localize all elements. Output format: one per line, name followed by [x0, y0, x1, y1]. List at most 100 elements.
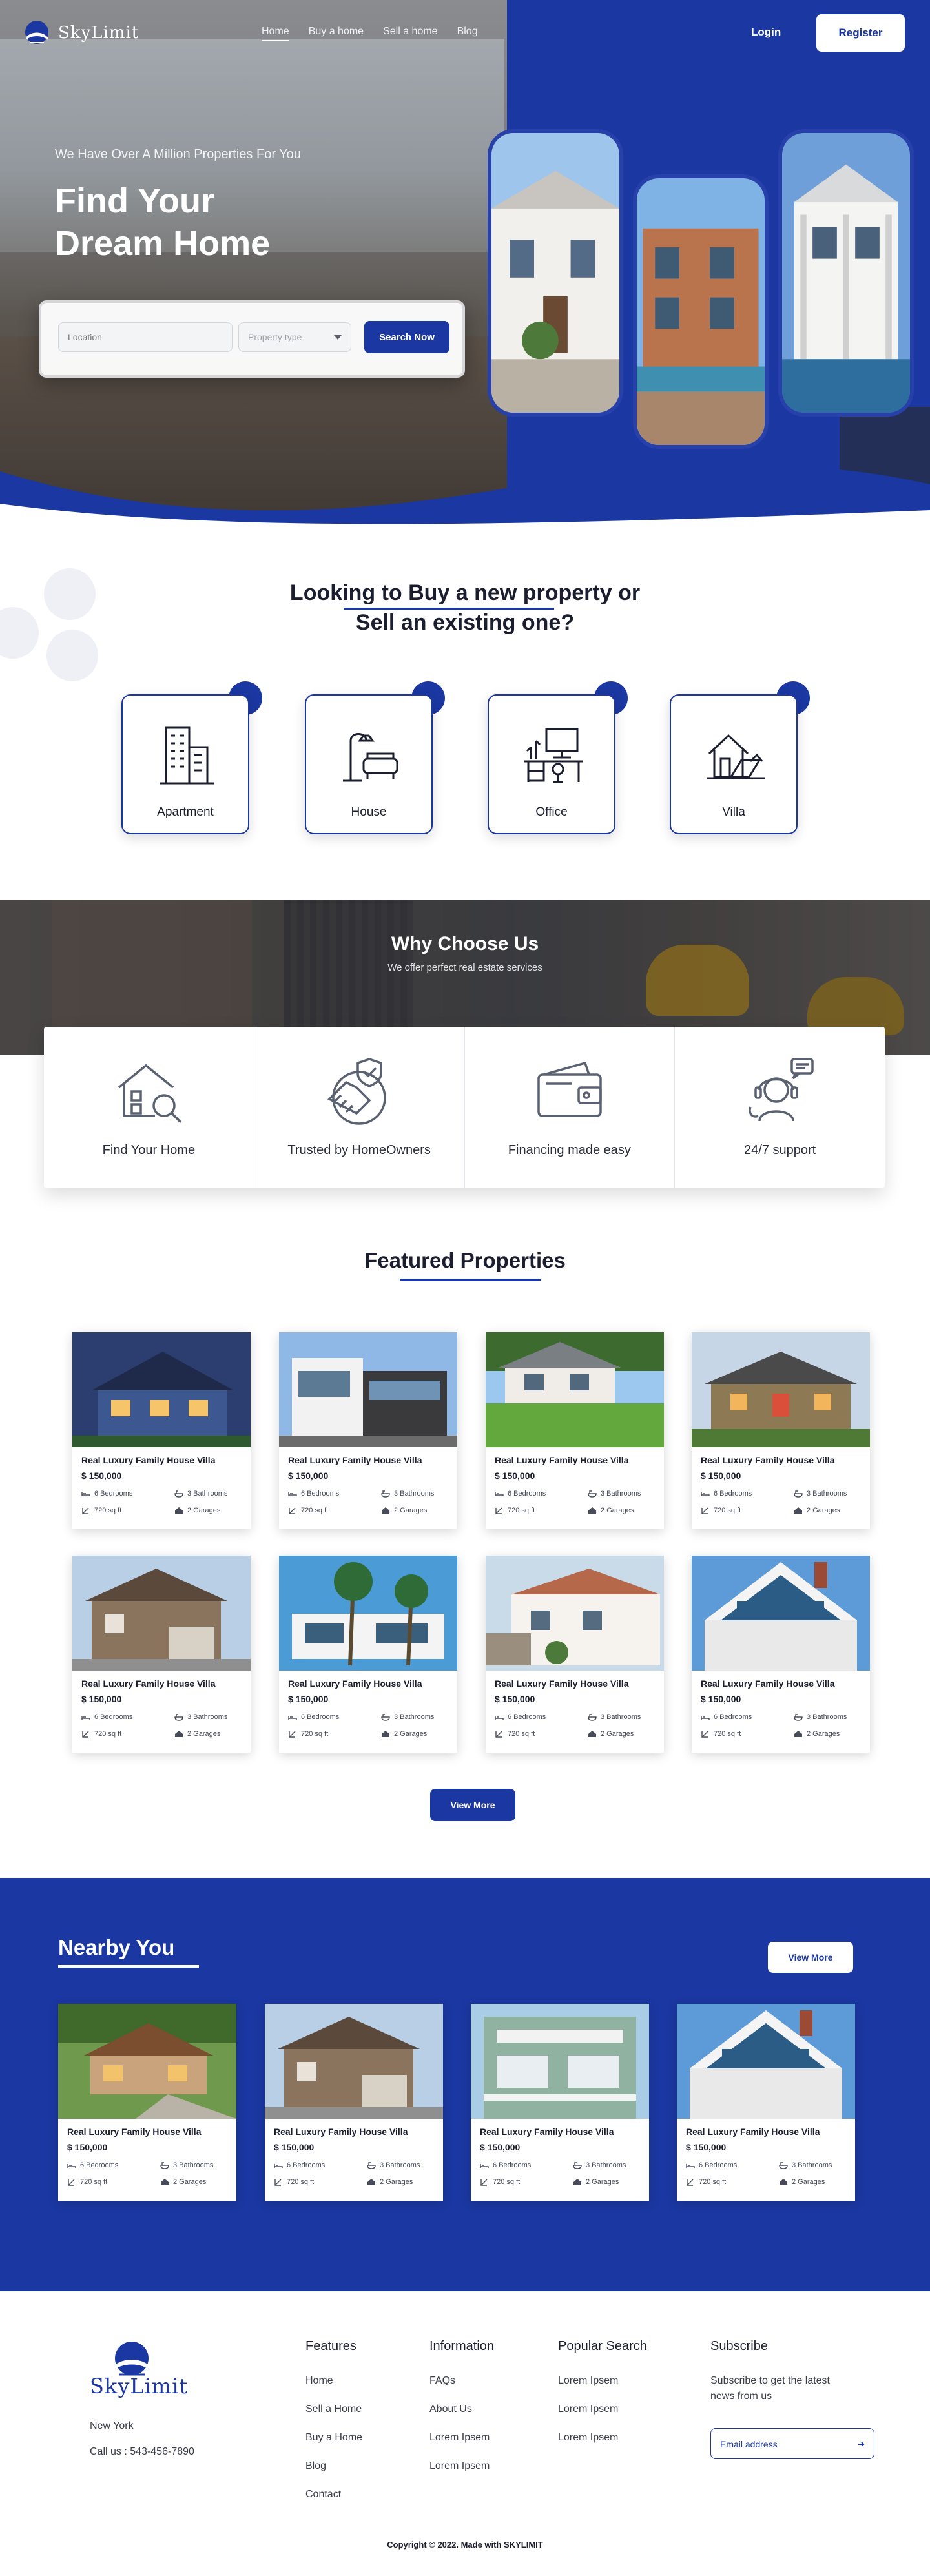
area-icon — [289, 1731, 296, 1738]
footer-link-lorem-ipsem[interactable]: Lorem Ipsem — [558, 2375, 618, 2387]
nearby-view-more-button[interactable]: View More — [768, 1942, 853, 1973]
brand-logo[interactable]: SkyLimit — [22, 18, 139, 48]
bath-icon — [381, 1714, 390, 1721]
nav-link-sell-a-home[interactable]: Sell a home — [383, 26, 438, 41]
property-price: $ 150,000 — [67, 2142, 108, 2152]
property-type-villa[interactable]: Villa — [670, 694, 798, 834]
property-price: $ 150,000 — [288, 1694, 329, 1704]
property-garages: 2 Garages — [174, 1507, 220, 1514]
villa-icon — [707, 734, 765, 779]
email-input[interactable] — [720, 2437, 849, 2452]
property-type-house[interactable]: House — [305, 694, 433, 834]
hero-photo-house-2 — [633, 174, 769, 449]
nav-link-home[interactable]: Home — [262, 26, 289, 41]
footer-link-about-us[interactable]: About Us — [429, 2404, 472, 2415]
garages-text: 2 Garages — [807, 1507, 840, 1514]
property-photo — [279, 1332, 457, 1447]
bedrooms-text: 6 Bedrooms — [508, 1713, 546, 1721]
register-button[interactable]: Register — [816, 14, 905, 52]
garage-icon — [382, 1507, 389, 1514]
property-card[interactable]: Real Luxury Family House Villa $ 150,000 6… — [692, 1332, 870, 1529]
footer-link-buy-a-home[interactable]: Buy a Home — [305, 2432, 362, 2444]
nav-link-buy-a-home[interactable]: Buy a home — [309, 26, 364, 41]
feature-label: Financing made easy — [508, 1143, 631, 1157]
area-icon — [480, 2179, 488, 2186]
bed-icon — [81, 1492, 90, 1496]
property-card[interactable]: Real Luxury Family House Villa $ 150,000 6… — [72, 1556, 251, 1753]
footer-link-lorem-ipsem[interactable]: Lorem Ipsem — [429, 2460, 490, 2472]
heading-underline — [58, 1965, 199, 1968]
bedrooms-text: 6 Bedrooms — [714, 1713, 752, 1721]
property-bedrooms: 6 Bedrooms — [495, 1713, 546, 1721]
area-icon — [82, 1731, 89, 1738]
nav-link-blog[interactable]: Blog — [457, 26, 478, 41]
property-card[interactable]: Real Luxury Family House Villa $ 150,000 6… — [486, 1332, 664, 1529]
bedrooms-text: 6 Bedrooms — [714, 1490, 752, 1498]
property-title: Real Luxury Family House Villa — [686, 2127, 820, 2137]
property-title: Real Luxury Family House Villa — [701, 1678, 835, 1689]
area-icon — [274, 2179, 282, 2186]
property-card[interactable]: Real Luxury Family House Villa $ 150,000 6… — [58, 2004, 236, 2201]
property-card[interactable]: Real Luxury Family House Villa $ 150,000 6… — [486, 1556, 664, 1753]
property-bedrooms: 6 Bedrooms — [81, 1713, 132, 1721]
garage-icon — [161, 2179, 169, 2185]
property-bedrooms: 6 Bedrooms — [701, 1713, 752, 1721]
footer-link-lorem-ipsem[interactable]: Lorem Ipsem — [558, 2432, 618, 2444]
property-card[interactable]: Real Luxury Family House Villa $ 150,000 6… — [72, 1332, 251, 1529]
feature-trusted-by-homeowners: Trusted by HomeOwners — [254, 1027, 465, 1188]
send-arrow-icon[interactable] — [853, 2437, 869, 2452]
hero-title-line-2: Dream Home — [55, 224, 271, 263]
property-garages: 2 Garages — [588, 1507, 634, 1514]
property-garages: 2 Garages — [779, 2178, 825, 2186]
area-icon — [701, 1507, 708, 1514]
property-card[interactable]: Real Luxury Family House Villa $ 150,000 6… — [279, 1332, 457, 1529]
footer-subscribe-title: Subscribe — [710, 2339, 768, 2353]
bed-icon — [274, 2164, 283, 2168]
property-area: 720 sq ft — [288, 1730, 328, 1738]
footer-link-blog[interactable]: Blog — [305, 2460, 326, 2472]
property-garages: 2 Garages — [794, 1730, 840, 1738]
page: SkyLimit Home Buy a home Sell a home Blo… — [0, 0, 930, 2576]
footer-link-contact[interactable]: Contact — [305, 2489, 341, 2500]
property-price: $ 150,000 — [495, 1470, 535, 1481]
property-card[interactable]: Real Luxury Family House Villa $ 150,000 6… — [265, 2004, 443, 2201]
area-icon — [687, 2179, 694, 2186]
property-title: Real Luxury Family House Villa — [288, 1455, 422, 1465]
office-icon — [524, 728, 583, 783]
login-button[interactable]: Login — [751, 26, 781, 39]
garages-text: 2 Garages — [601, 1507, 634, 1514]
featured-view-more-button[interactable]: View More — [430, 1789, 515, 1821]
bed-icon — [81, 1716, 90, 1720]
garages-text: 2 Garages — [173, 2178, 207, 2186]
property-card[interactable]: Real Luxury Family House Villa $ 150,000 6… — [677, 2004, 855, 2201]
property-type-label: House — [351, 805, 387, 819]
bedrooms-text: 6 Bedrooms — [493, 2161, 532, 2169]
caret-down-icon — [334, 335, 342, 340]
property-area: 720 sq ft — [274, 2178, 314, 2186]
property-photo — [486, 1332, 664, 1447]
search-now-button[interactable]: Search Now — [364, 321, 450, 353]
property-card[interactable]: Real Luxury Family House Villa $ 150,000 6… — [279, 1556, 457, 1753]
area-icon — [701, 1731, 708, 1738]
garage-icon — [794, 1731, 802, 1737]
property-type-office[interactable]: Office — [488, 694, 615, 834]
location-input[interactable] — [58, 322, 232, 352]
property-garages: 2 Garages — [381, 1730, 427, 1738]
hero-eyebrow: We Have Over A Million Properties For Yo… — [55, 147, 301, 161]
property-card[interactable]: Real Luxury Family House Villa $ 150,000 6… — [692, 1556, 870, 1753]
footer-link-lorem-ipsem[interactable]: Lorem Ipsem — [558, 2404, 618, 2415]
property-card[interactable]: Real Luxury Family House Villa $ 150,000 6… — [471, 2004, 649, 2201]
bed-icon — [480, 2164, 489, 2168]
property-photo — [486, 1556, 664, 1671]
footer-link-home[interactable]: Home — [305, 2375, 333, 2387]
property-type-apartment[interactable]: Apartment — [121, 694, 249, 834]
footer-link-faqs[interactable]: FAQs — [429, 2375, 455, 2387]
footer-link-sell-a-home[interactable]: Sell a Home — [305, 2404, 362, 2415]
property-type-select[interactable]: Property type — [238, 322, 351, 352]
featured-properties-title: Featured Properties — [364, 1248, 566, 1272]
area-text: 720 sq ft — [714, 1507, 741, 1514]
footer-link-lorem-ipsem[interactable]: Lorem Ipsem — [429, 2432, 490, 2444]
garages-text: 2 Garages — [792, 2178, 825, 2186]
property-garages: 2 Garages — [174, 1730, 220, 1738]
property-type-label: Villa — [722, 805, 745, 819]
